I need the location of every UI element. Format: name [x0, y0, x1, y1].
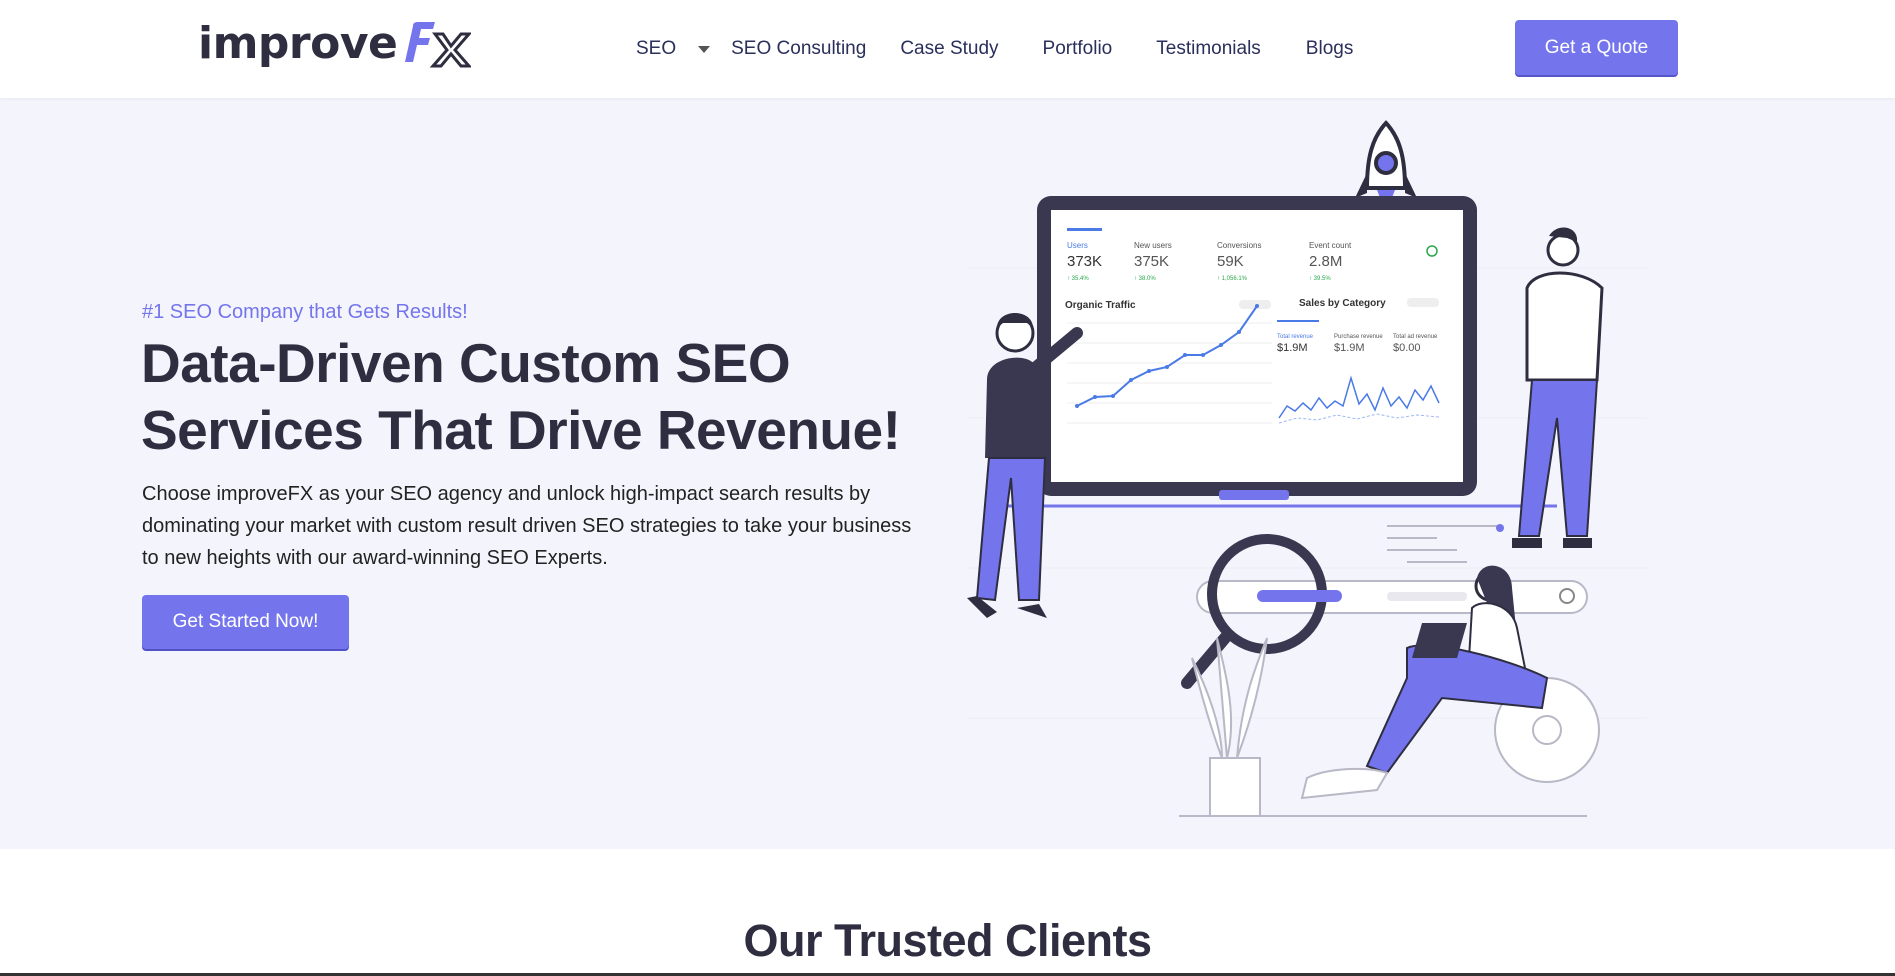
logo-fx-mark	[405, 22, 472, 68]
metric-value-event-count: 2.8M	[1309, 253, 1342, 270]
svg-text:↑ 1,056.1%: ↑ 1,056.1%	[1217, 276, 1248, 282]
get-started-button[interactable]: Get Started Now!	[142, 595, 349, 649]
svg-text:Purchase revenue: Purchase revenue	[1334, 334, 1383, 340]
svg-text:Total revenue: Total revenue	[1277, 334, 1314, 340]
seo-analytics-illustration: Users 373K ↑ 35.4% New users 375K ↑ 38.0…	[967, 118, 1647, 828]
main-nav: SEO SEO Consulting Case Study Portfolio …	[636, 34, 1353, 64]
nav-item-testimonials[interactable]: Testimonials	[1156, 38, 1261, 60]
site-header: improve SEO SEO Consulting Case Study Po…	[0, 0, 1895, 98]
nav-item-case-study[interactable]: Case Study	[900, 38, 998, 60]
metric-label-new-users: New users	[1134, 241, 1172, 250]
svg-text:↑ 35.4%: ↑ 35.4%	[1067, 276, 1089, 282]
metric-label-users: Users	[1067, 241, 1088, 250]
organic-traffic-title: Organic Traffic	[1065, 300, 1136, 311]
svg-text:↑ 39.5%: ↑ 39.5%	[1309, 276, 1331, 282]
hero-tagline: #1 SEO Company that Gets Results!	[142, 301, 468, 323]
metric-label-conversions: Conversions	[1217, 241, 1261, 250]
svg-text:$1.9M: $1.9M	[1334, 342, 1365, 354]
get-a-quote-button[interactable]: Get a Quote	[1515, 20, 1678, 75]
chevron-down-icon[interactable]	[698, 45, 711, 53]
improvefx-logo[interactable]: improve	[198, 18, 472, 70]
metric-value-users: 373K	[1067, 253, 1102, 270]
nav-item-seo[interactable]: SEO	[636, 38, 731, 60]
hero-section: #1 SEO Company that Gets Results! Data-D…	[0, 98, 1895, 849]
sales-by-category-title: Sales by Category	[1299, 298, 1386, 309]
svg-text:$0.00: $0.00	[1393, 342, 1421, 354]
nav-item-portfolio[interactable]: Portfolio	[1043, 38, 1113, 60]
nav-item-seo-consulting[interactable]: SEO Consulting	[731, 38, 866, 60]
hero-headline-line2: Services That Drive Revenue!	[141, 399, 901, 461]
hero-description: Choose improveFX as your SEO agency and …	[142, 483, 912, 569]
hero-headline-line1: Data-Driven Custom SEO	[141, 332, 791, 394]
metric-value-new-users: 375K	[1134, 253, 1169, 270]
trusted-clients-heading: Our Trusted Clients	[743, 915, 1152, 966]
nav-item-blogs[interactable]: Blogs	[1306, 38, 1354, 60]
svg-text:Total ad revenue: Total ad revenue	[1393, 334, 1438, 340]
logo-wordmark: improve	[198, 18, 398, 69]
metric-value-conversions: 59K	[1217, 253, 1244, 270]
svg-text:$1.9M: $1.9M	[1277, 342, 1308, 354]
nav-item-seo-label[interactable]: SEO	[636, 38, 676, 60]
metric-label-event-count: Event count	[1309, 241, 1352, 250]
svg-text:↑ 38.0%: ↑ 38.0%	[1134, 276, 1156, 282]
hero-headline: Data-Driven Custom SEO Services That Dri…	[141, 330, 941, 464]
